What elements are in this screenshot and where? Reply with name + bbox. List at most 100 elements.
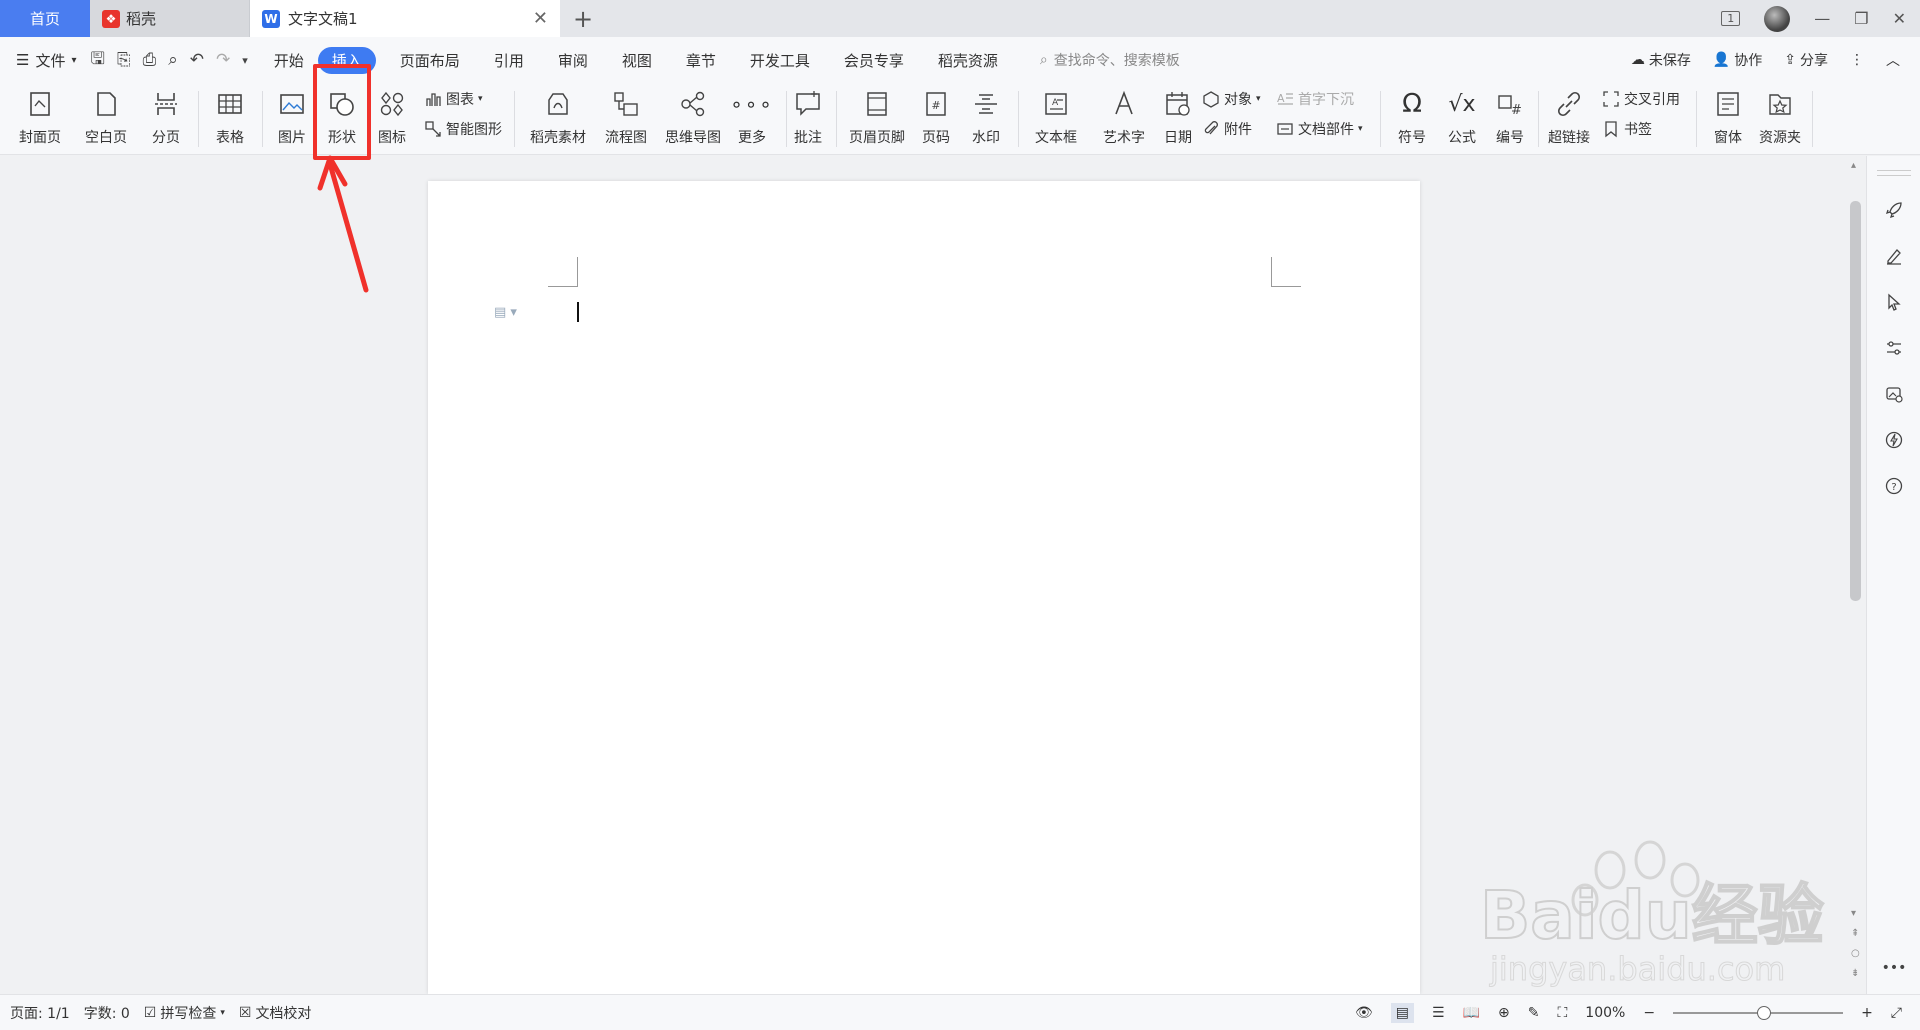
redo-icon[interactable]: ↷ xyxy=(216,50,230,70)
print-icon[interactable]: ⎙ xyxy=(143,50,157,70)
zoom-level[interactable]: 100% xyxy=(1585,1005,1625,1021)
mindmap-button[interactable]: 思维导图 xyxy=(660,87,726,147)
flowchart-button[interactable]: 流程图 xyxy=(596,87,656,147)
prev-page-icon[interactable]: ⇞ xyxy=(1851,928,1859,939)
object-button[interactable]: 对象 ▾ xyxy=(1202,89,1261,109)
comment-button[interactable]: 批注 xyxy=(778,87,838,147)
paragraph-options-icon[interactable]: ▤ ▾ xyxy=(494,305,517,320)
daoke-material-button[interactable]: 稻壳素材 xyxy=(528,87,588,147)
page-break-button[interactable]: 分页 xyxy=(136,87,196,147)
zoom-slider[interactable] xyxy=(1673,1005,1844,1020)
tab-member[interactable]: 会员专享 xyxy=(844,47,904,74)
rocket-icon[interactable] xyxy=(1882,198,1906,222)
spellcheck-toggle[interactable]: ☑ 拼写检查 ▾ xyxy=(144,1003,225,1023)
document-page[interactable]: ▤ ▾ xyxy=(428,181,1420,994)
zoom-in-icon[interactable]: + xyxy=(1861,1005,1873,1021)
tab-daoke[interactable]: ❖ 稻壳 xyxy=(90,0,250,37)
fullscreen-icon[interactable]: ⤢ xyxy=(1891,1005,1902,1021)
save-icon[interactable]: 🖫 xyxy=(91,46,105,75)
file-menu[interactable]: ☰ 文件 ▾ xyxy=(16,50,77,71)
avatar[interactable] xyxy=(1764,5,1791,32)
eye-protection-icon[interactable]: 👁 xyxy=(1355,1005,1373,1021)
watermark-label: 水印 xyxy=(972,130,1000,146)
close-tab-icon[interactable]: ✕ xyxy=(533,8,548,29)
smartart-button[interactable]: 智能图形 xyxy=(424,119,502,139)
new-tab-button[interactable]: + xyxy=(560,0,606,37)
page-view-icon[interactable]: ▤ xyxy=(1390,1002,1415,1023)
reading-view-icon[interactable]: 📖 xyxy=(1463,1005,1480,1021)
attachment-button[interactable]: 附件 xyxy=(1202,119,1252,139)
watermark-button[interactable]: 水印 xyxy=(956,87,1016,147)
undo-icon[interactable]: ↶ xyxy=(190,50,204,70)
resource-folder-button[interactable]: 资源夹 xyxy=(1750,87,1810,147)
sliders-icon[interactable] xyxy=(1882,336,1906,360)
web-view-icon[interactable]: ⊕ xyxy=(1498,1005,1510,1021)
header-footer-label: 页眉页脚 xyxy=(849,130,905,146)
doc-parts-button[interactable]: 文档部件 ▾ xyxy=(1276,119,1363,139)
collapse-ribbon-icon[interactable]: ︿ xyxy=(1886,50,1900,70)
unsaved-button[interactable]: ☁ 未保存 xyxy=(1631,50,1691,70)
next-page-icon[interactable]: ⇟ xyxy=(1851,968,1859,979)
chart-icon xyxy=(426,93,441,106)
window-count-badge[interactable]: 1 xyxy=(1721,11,1741,26)
tab-page-layout[interactable]: 页面布局 xyxy=(400,47,460,74)
minimize-icon[interactable]: — xyxy=(1814,9,1830,28)
dropcap-button[interactable]: A 首字下沉 xyxy=(1276,89,1354,109)
command-search[interactable]: ⌕ 查找命令、搜索模板 xyxy=(1040,50,1180,70)
more-menu-icon[interactable]: ⋮ xyxy=(1850,52,1864,68)
cover-page-button[interactable]: 封面页 xyxy=(10,87,70,147)
bookmark-button[interactable]: 书签 xyxy=(1602,119,1652,139)
chart-button[interactable]: 图表 ▾ xyxy=(424,89,483,109)
numbering-button[interactable]: # 编号 xyxy=(1480,87,1540,147)
form-button[interactable]: 窗体 xyxy=(1698,87,1758,147)
word-count[interactable]: 字数: 0 xyxy=(84,1003,130,1023)
wordart-button[interactable]: 艺术字 xyxy=(1094,87,1154,147)
outline-view-icon[interactable]: ☰ xyxy=(1432,1005,1445,1021)
page-indicator[interactable]: 页面: 1/1 xyxy=(10,1003,70,1023)
tab-chapter[interactable]: 章节 xyxy=(686,47,716,74)
customize-dropdown-icon[interactable]: ▾ xyxy=(242,54,248,67)
lightning-icon[interactable] xyxy=(1882,428,1906,452)
print-preview-icon[interactable]: ⌕ xyxy=(168,50,178,70)
crossref-button[interactable]: 交叉引用 xyxy=(1602,89,1680,109)
help-icon[interactable]: ? xyxy=(1882,474,1906,498)
image-edit-icon[interactable] xyxy=(1882,382,1906,406)
header-footer-button[interactable]: 页眉页脚 xyxy=(844,87,910,147)
select-browse-icon[interactable]: ○ xyxy=(1851,948,1860,959)
tab-developer[interactable]: 开发工具 xyxy=(750,47,810,74)
more-options-icon[interactable]: ••• xyxy=(1882,956,1907,980)
export-pdf-icon[interactable]: ⎘ xyxy=(117,50,131,70)
tab-view[interactable]: 视图 xyxy=(622,47,652,74)
close-window-icon[interactable]: ✕ xyxy=(1893,9,1906,28)
tab-daoke-resources[interactable]: 稻壳资源 xyxy=(938,47,998,74)
icon-label: 图标 xyxy=(378,130,406,146)
restore-icon[interactable]: ❐ xyxy=(1854,9,1868,28)
scroll-down-icon[interactable]: ▾ xyxy=(1851,908,1856,919)
hyperlink-button[interactable]: 超链接 xyxy=(1538,87,1600,147)
icon-button[interactable]: 图标 xyxy=(362,87,422,147)
date-button[interactable]: 日期 xyxy=(1148,87,1208,147)
blank-page-button[interactable]: 空白页 xyxy=(76,87,136,147)
tab-document[interactable]: W 文字文稿1 ✕ xyxy=(250,0,560,37)
scrollbar-thumb[interactable] xyxy=(1850,201,1861,601)
zoom-slider-knob[interactable] xyxy=(1757,1005,1772,1020)
scroll-up-icon[interactable]: ▴ xyxy=(1851,160,1856,171)
tab-references[interactable]: 引用 xyxy=(494,47,524,74)
mindmap-label: 思维导图 xyxy=(665,130,721,146)
tab-review[interactable]: 审阅 xyxy=(558,47,588,74)
zoom-out-icon[interactable]: − xyxy=(1643,1005,1655,1021)
share-button[interactable]: ⇪ 分享 xyxy=(1784,50,1828,70)
annotate-icon[interactable]: ✎ xyxy=(1528,1005,1540,1021)
proofread-button[interactable]: ☒ 文档校对 xyxy=(239,1003,312,1023)
vertical-scrollbar[interactable]: ▴ ▾ ⇞ ○ ⇟ xyxy=(1846,156,1866,994)
fit-page-icon[interactable]: ⛶ xyxy=(1557,1005,1567,1021)
cursor-icon[interactable] xyxy=(1882,290,1906,314)
more-button[interactable]: ∘∘∘ 更多 xyxy=(722,87,782,147)
svg-text:?: ? xyxy=(1891,482,1896,493)
table-button[interactable]: 表格 xyxy=(200,87,260,147)
tab-start[interactable]: 开始 xyxy=(274,47,304,74)
textbox-button[interactable]: A 文本框 xyxy=(1026,87,1086,147)
tab-home[interactable]: 首页 xyxy=(0,0,90,37)
pen-icon[interactable] xyxy=(1882,244,1906,268)
collaborate-button[interactable]: 👤 协作 xyxy=(1713,50,1762,70)
